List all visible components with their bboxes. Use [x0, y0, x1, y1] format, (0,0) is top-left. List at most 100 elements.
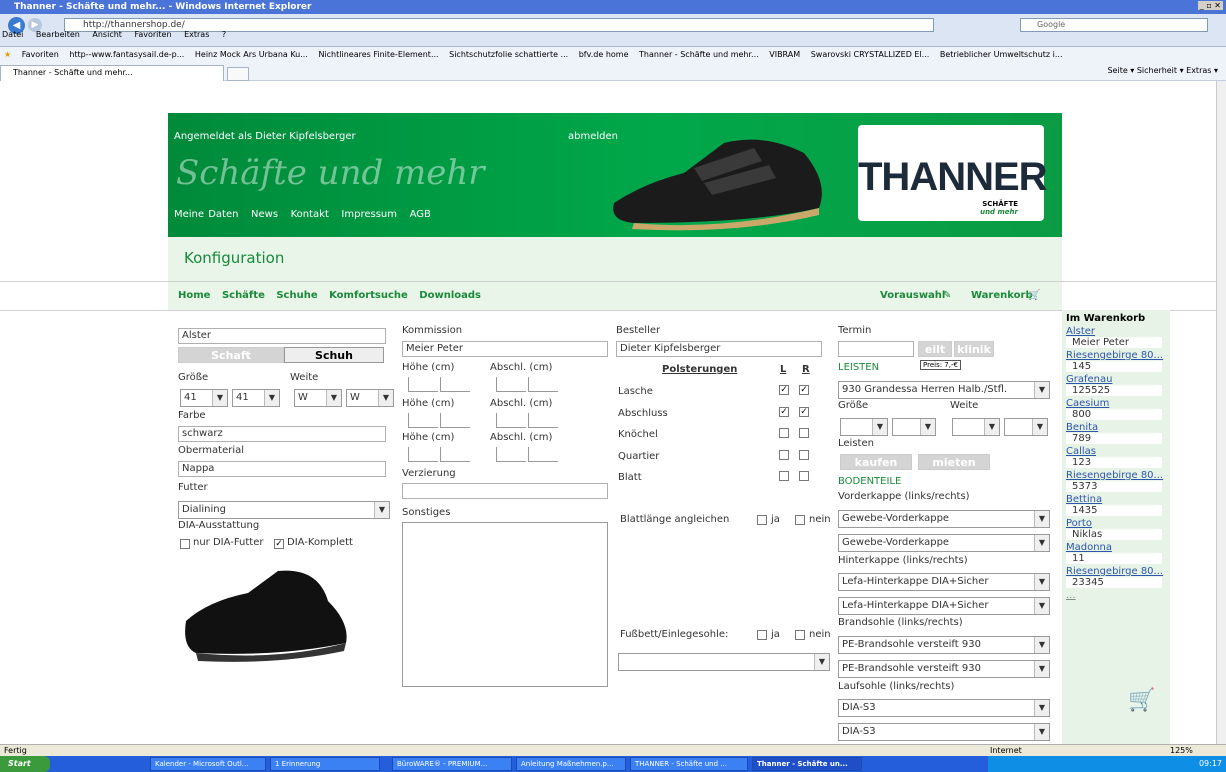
hinterkappe-l-select[interactable]: Lefa-Hinterkappe DIA+Sicher ▼: [838, 573, 1050, 591]
start-button[interactable]: Start: [0, 756, 50, 772]
obermaterial-field[interactable]: Nappa: [178, 461, 386, 477]
abschl-r-input-1[interactable]: [528, 377, 558, 392]
fussbett-ja-checkbox[interactable]: [757, 630, 767, 640]
nav-kontakt[interactable]: Kontakt: [291, 209, 329, 220]
laufsohle-l-select[interactable]: DIA-S3 ▼: [838, 699, 1050, 717]
menu-datei[interactable]: Datei: [2, 30, 23, 39]
leisten-size-r[interactable]: ▼: [892, 418, 936, 436]
abschl-l-input-3[interactable]: [496, 447, 526, 462]
width-right-select[interactable]: W ▼: [346, 389, 394, 407]
besteller-field[interactable]: Dieter Kipfelsberger: [616, 341, 822, 357]
termin-field[interactable]: [838, 341, 914, 357]
sonstiges-textarea[interactable]: [402, 522, 608, 687]
abschl-r-input-3[interactable]: [528, 447, 558, 462]
blattlaenge-nein-checkbox[interactable]: [795, 515, 805, 525]
cart-item-link[interactable]: Madonna: [1066, 542, 1170, 553]
command-bar[interactable]: Seite ▾ Sicherheit ▾ Extras ▾: [1107, 66, 1218, 75]
search-input[interactable]: Google: [1020, 18, 1208, 32]
farbe-field[interactable]: schwarz: [178, 426, 386, 442]
knoechel-l-checkbox[interactable]: [779, 428, 789, 438]
brandsohle-l-select[interactable]: PE-Brandsohle versteift 930 ▼: [838, 636, 1050, 654]
task-item[interactable]: THANNER - Schäfte und ...: [630, 757, 748, 771]
kaufen-button[interactable]: kaufen: [840, 454, 912, 470]
cart-item-link[interactable]: Riesengebirge 80...: [1066, 470, 1170, 481]
favorite-link[interactable]: Thanner - Schäfte und mehr...: [639, 50, 759, 59]
menu-bearbeiten[interactable]: Bearbeiten: [36, 30, 80, 39]
subnav-komfortsuche[interactable]: Komfortsuche: [329, 290, 408, 301]
leisten-size-l[interactable]: ▼: [840, 418, 888, 436]
cart-item-link[interactable]: Benita: [1066, 422, 1170, 433]
nav-impressum[interactable]: Impressum: [341, 209, 397, 220]
favorite-link[interactable]: Betrieblicher Umweltschutz i...: [940, 50, 1063, 59]
task-item-active[interactable]: Thanner - Schäfte un...: [752, 757, 862, 771]
vorderkappe-r-select[interactable]: Gewebe-Vorderkappe ▼: [838, 534, 1050, 552]
hinterkappe-r-select[interactable]: Lefa-Hinterkappe DIA+Sicher ▼: [838, 597, 1050, 615]
mieten-button[interactable]: mieten: [918, 454, 990, 470]
tab-schaft[interactable]: Schaft: [178, 347, 284, 363]
hoehe-l-input-3[interactable]: [408, 447, 438, 462]
laufsohle-r-select[interactable]: DIA-S3 ▼: [838, 723, 1050, 741]
hoehe-l-input-1[interactable]: [408, 377, 438, 392]
cart-item-link[interactable]: Riesengebirge 80...: [1066, 566, 1170, 577]
task-item[interactable]: Kalender - Microsoft Outl...: [150, 757, 266, 771]
favorite-link[interactable]: VIBRAM: [769, 50, 800, 59]
lasche-r-checkbox[interactable]: ✓: [799, 385, 809, 395]
window-controls[interactable]: _ ▫ ✕: [1197, 1, 1223, 10]
vorderkappe-l-select[interactable]: Gewebe-Vorderkappe ▼: [838, 510, 1050, 528]
favorite-link[interactable]: Nichtlineares Finite-Element...: [318, 50, 438, 59]
new-tab-button[interactable]: [227, 67, 249, 81]
fussbett-nein-checkbox[interactable]: [795, 630, 805, 640]
hoehe-l-input-2[interactable]: [408, 413, 438, 428]
page-scrollbar[interactable]: [1216, 81, 1226, 744]
subnav-schaefte[interactable]: Schäfte: [222, 290, 265, 301]
abschl-l-input-1[interactable]: [496, 377, 526, 392]
size-right-select[interactable]: 41 ▼: [232, 389, 280, 407]
favorite-link[interactable]: Swarovski CRYSTALLIZED El...: [811, 50, 930, 59]
cart-item-link[interactable]: Grafenau: [1066, 374, 1170, 385]
abschl-r-input-2[interactable]: [528, 413, 558, 428]
lasche-l-checkbox[interactable]: ✓: [779, 385, 789, 395]
blattlaenge-ja-checkbox[interactable]: [757, 515, 767, 525]
menu-extras[interactable]: Extras: [184, 30, 209, 39]
nav-meine-daten[interactable]: Meine Daten: [174, 209, 238, 220]
quartier-r-checkbox[interactable]: [799, 450, 809, 460]
warenkorb-link[interactable]: Warenkorb: [971, 282, 1033, 310]
model-field[interactable]: Alster: [178, 328, 386, 344]
subnav-home[interactable]: Home: [178, 290, 210, 301]
nur-dia-futter-checkbox[interactable]: [180, 539, 190, 549]
eilt-button[interactable]: eilt: [918, 341, 952, 357]
abschluss-l-checkbox[interactable]: ✓: [779, 407, 789, 417]
blatt-r-checkbox[interactable]: [799, 471, 809, 481]
cart-item-link[interactable]: Alster: [1066, 326, 1170, 337]
menu-help[interactable]: ?: [222, 30, 226, 39]
cart-item-link[interactable]: Caesium: [1066, 398, 1170, 409]
leisten-width-r[interactable]: ▼: [1004, 418, 1048, 436]
nav-news[interactable]: News: [251, 209, 278, 220]
knoechel-r-checkbox[interactable]: [799, 428, 809, 438]
favorite-link[interactable]: http--www.fantasysail.de-p...: [69, 50, 184, 59]
favorite-link[interactable]: bfv.de home: [579, 50, 629, 59]
cart-item-link[interactable]: Bettina: [1066, 494, 1170, 505]
cart-more[interactable]: ...: [1066, 590, 1170, 601]
favorites-button[interactable]: Favoriten: [22, 50, 59, 59]
nav-agb[interactable]: AGB: [410, 209, 431, 220]
browser-tab[interactable]: Thanner - Schäfte und mehr...: [0, 65, 224, 81]
cart-item-link[interactable]: Porto: [1066, 518, 1170, 529]
quartier-l-checkbox[interactable]: [779, 450, 789, 460]
leisten-select[interactable]: 930 Grandessa Herren Halb./Stfl. ▼: [838, 381, 1050, 399]
menu-favoriten[interactable]: Favoriten: [134, 30, 171, 39]
subnav-downloads[interactable]: Downloads: [419, 290, 481, 301]
task-item[interactable]: Anleitung Maßnehmen.p...: [516, 757, 626, 771]
width-left-select[interactable]: W ▼: [294, 389, 342, 407]
vorauswahl-link[interactable]: Vorauswahl: [880, 282, 945, 310]
tab-schuh[interactable]: Schuh: [284, 347, 384, 363]
verzierung-field[interactable]: [402, 483, 608, 499]
size-left-select[interactable]: 41 ▼: [180, 389, 228, 407]
fussbett-select[interactable]: ▼: [618, 653, 830, 671]
cart-item-link[interactable]: Riesengebirge 80...: [1066, 350, 1170, 361]
klinik-button[interactable]: klinik: [954, 341, 994, 357]
futter-select[interactable]: Dialining ▼: [178, 501, 390, 519]
cart-item-link[interactable]: Callas: [1066, 446, 1170, 457]
blatt-l-checkbox[interactable]: [779, 471, 789, 481]
task-item[interactable]: BüroWARE® - PREMIUM...: [392, 757, 512, 771]
